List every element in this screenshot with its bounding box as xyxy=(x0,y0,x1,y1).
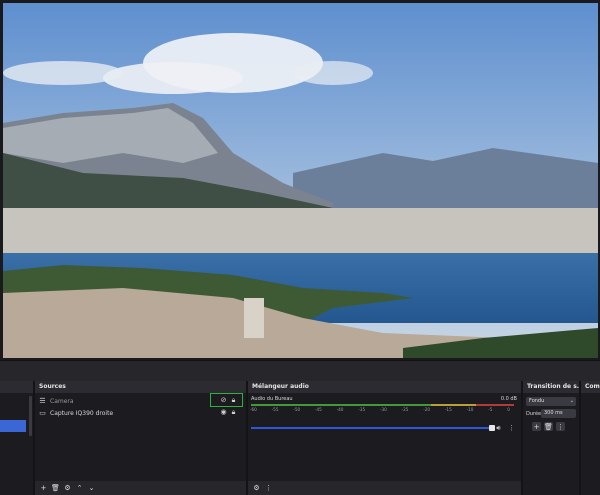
meter-tick-label: 0 xyxy=(507,407,510,412)
eye-icon[interactable]: ◉ xyxy=(220,408,227,416)
mixer-body: Audio du Bureau 0.0 dB -60 -55 -50 -45 -40 -3… xyxy=(248,393,521,495)
channel-level: 0.0 dB xyxy=(500,396,517,402)
meter-tick-label: -55 xyxy=(271,407,279,412)
move-down-button[interactable]: ⌄ xyxy=(87,484,96,493)
remove-transition-button[interactable]: 🗑︎ xyxy=(544,422,553,431)
meter-tick-label: -5 xyxy=(488,407,493,412)
source-label: Capture IQ390 droite xyxy=(50,409,114,417)
channel-menu-icon[interactable]: ⋮ xyxy=(508,424,515,432)
sources-dock-title: Sources xyxy=(35,381,246,393)
dock-header-strip xyxy=(0,360,600,382)
volume-slider[interactable] xyxy=(251,427,490,429)
channel-name: Audio du Bureau xyxy=(251,396,293,402)
meter-tick-label: -60 xyxy=(250,407,257,412)
transition-buttons: + 🗑︎ ⋮ xyxy=(532,422,565,431)
duration-label: Durée xyxy=(526,411,542,417)
meter-scale: -60 -55 -50 -45 -40 -35 -30 -25 -20 -15 -10 -5 0 xyxy=(250,407,517,412)
transition-dock: Transition de s... Fondu ⌄ Durée 300 ms … xyxy=(523,381,581,495)
program-preview xyxy=(0,0,600,360)
meter-tick-label: -35 xyxy=(358,407,366,412)
meter-green xyxy=(251,404,431,406)
meter-yellow xyxy=(431,404,476,406)
scenes-dock-title xyxy=(0,381,33,393)
controls-body xyxy=(581,393,600,495)
source-properties-button[interactable]: ⚙ xyxy=(63,484,72,493)
meter-tick-label: -30 xyxy=(379,407,387,412)
duration-field[interactable]: 300 ms xyxy=(541,409,576,418)
sources-toolbar: + 🗑︎ ⚙ ⌃ ⌄ xyxy=(35,481,246,495)
meter-tick-label: -20 xyxy=(423,407,431,412)
transition-dock-title: Transition de s... xyxy=(523,381,579,393)
meter-tick-label: -15 xyxy=(444,407,452,412)
duration-value: 300 ms xyxy=(544,410,563,416)
controls-dock-title: Comm xyxy=(581,381,600,393)
remove-source-button[interactable]: 🗑︎ xyxy=(51,484,60,493)
meter-red xyxy=(476,404,514,406)
meter-tick-label: -50 xyxy=(293,407,301,412)
scene-item-selected[interactable] xyxy=(0,420,26,432)
transition-type-value: Fondu xyxy=(529,398,545,404)
meter-tick-label: -40 xyxy=(336,407,344,412)
transition-type-select[interactable]: Fondu ⌄ xyxy=(526,397,576,406)
controls-dock: Comm xyxy=(581,381,600,495)
preview-image xyxy=(3,3,598,358)
lock-icon[interactable]: 🔒︎ xyxy=(230,408,237,416)
meter-tick-label: -25 xyxy=(401,407,409,412)
meter-ticks: -60 -55 -50 -45 -40 -35 -30 -25 -20 -15 -10 -5 0 xyxy=(250,407,510,412)
source-label: Camera xyxy=(50,397,74,405)
advanced-audio-button[interactable]: ⚙ xyxy=(252,484,261,493)
monitor-icon: ▭ xyxy=(39,409,46,417)
list-icon: ☰ xyxy=(39,397,46,405)
chevron-icon: ⌄ xyxy=(569,398,574,404)
add-transition-button[interactable]: + xyxy=(532,422,541,431)
transition-menu-button[interactable]: ⋮ xyxy=(556,422,565,431)
mixer-toolbar: ⚙ ⋮ xyxy=(248,481,521,495)
sources-list: ☰ Camera ⊘ 🔒︎ ▭ Capture IQ390 droite ◉ 🔒… xyxy=(35,393,246,495)
highlight-box xyxy=(210,393,243,407)
meter-tick-label: -45 xyxy=(314,407,322,412)
move-up-button[interactable]: ⌃ xyxy=(75,484,84,493)
meter-tick-label: -10 xyxy=(466,407,474,412)
source-item-capture[interactable]: ▭ Capture IQ390 droite ◉ 🔒︎ xyxy=(39,408,242,418)
audio-mixer-dock: Mélangeur audio Audio du Bureau 0.0 dB -… xyxy=(248,381,523,495)
add-source-button[interactable]: + xyxy=(39,484,48,493)
mixer-dock-title: Mélangeur audio xyxy=(248,381,521,393)
scenes-scrollbar[interactable] xyxy=(29,396,32,436)
speaker-icon[interactable]: 🔊︎ xyxy=(495,424,502,432)
mixer-menu-button[interactable]: ⋮ xyxy=(264,484,273,493)
transition-body: Fondu ⌄ Durée 300 ms + 🗑︎ ⋮ xyxy=(523,393,579,495)
